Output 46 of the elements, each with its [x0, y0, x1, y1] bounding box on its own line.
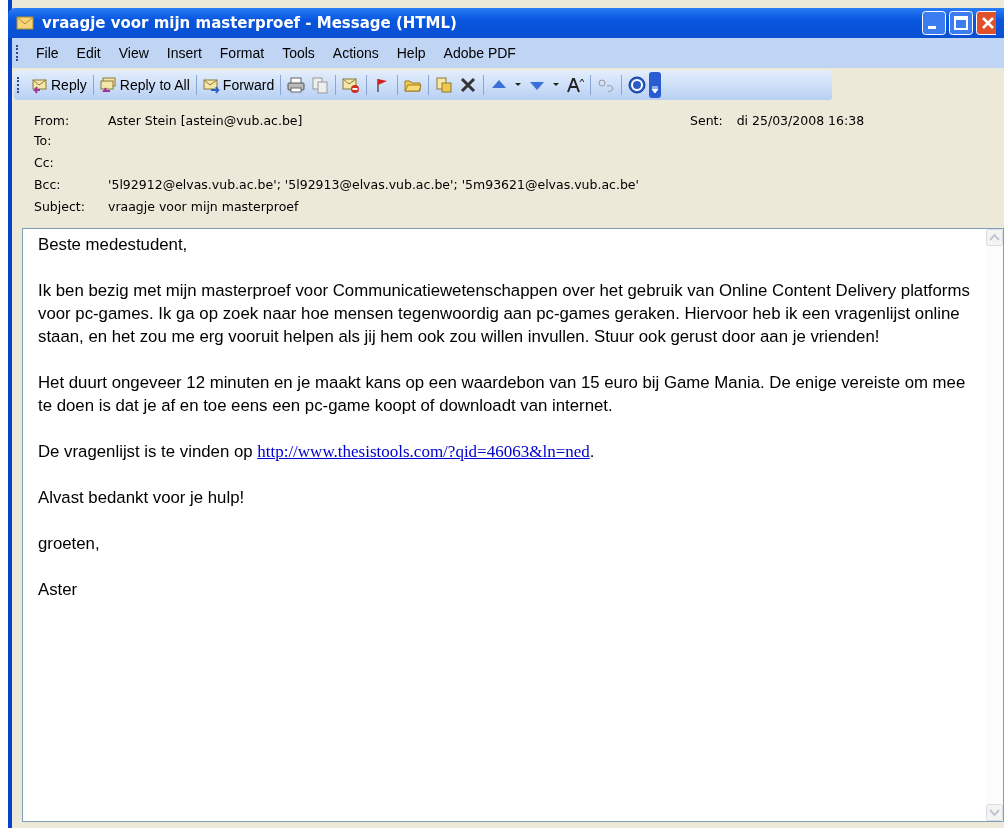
- paragraph: Ik ben bezig met mijn masterproef voor Communicatiewetenschappen over het gebruik van Online Content Delivery platforms voor pc-games. Ik ga op zoek naar hoe mensen tegenwoordig aan pc-games geraken. Hiervoor heb ik een vragenlijst online staan, en het zou me erg vooruit helpen als jij hem ook zou willen invullen. Stuur ook gerust door aan je vrienden!: [38, 280, 971, 348]
- field-label: To:: [34, 133, 53, 150]
- forward-icon: [202, 76, 221, 94]
- reply-icon: [31, 76, 49, 94]
- menu-item[interactable]: Adobe PDF: [434, 43, 525, 63]
- grip-handle[interactable]: [16, 45, 21, 61]
- field-label: Bcc:: [34, 177, 62, 194]
- close-button[interactable]: [976, 11, 996, 35]
- menu-item[interactable]: Edit: [67, 43, 110, 63]
- maximize-button[interactable]: [949, 11, 973, 35]
- menu-item[interactable]: Tools: [273, 43, 324, 63]
- paragraph: De vragenlijst is te vinden op http://www.thesistools.com/?qid=46063&ln=ned.: [38, 441, 596, 463]
- paragraph: Beste medestudent,: [38, 234, 189, 256]
- overflow-chevron-icon[interactable]: [649, 72, 662, 98]
- help-icon[interactable]: [628, 76, 647, 94]
- field-label: Subject:: [34, 199, 86, 216]
- printer-icon[interactable]: [287, 76, 306, 94]
- envelope-icon: [16, 16, 34, 30]
- field-label: Sent:: [690, 113, 723, 128]
- delete-mail-icon[interactable]: [342, 76, 361, 94]
- font-size-icon[interactable]: [566, 76, 585, 94]
- link[interactable]: http://www.thesistools.com/?qid=46063&ln=ned: [257, 442, 590, 461]
- toolbar-button[interactable]: Forward: [199, 74, 278, 96]
- minimize-button[interactable]: [922, 11, 946, 35]
- field-value: vraagje voor mijn masterproef: [108, 199, 300, 216]
- paragraph: groeten,: [38, 533, 101, 555]
- menu-item[interactable]: Insert: [157, 43, 211, 63]
- menu-item[interactable]: Actions: [323, 43, 388, 63]
- menu-item[interactable]: Help: [387, 43, 435, 63]
- menu-item[interactable]: Format: [210, 43, 274, 63]
- field-value: Aster Stein [astein@vub.ac.be]: [108, 113, 304, 128]
- field-value: di 25/03/2008 16:38: [736, 113, 865, 128]
- paragraph: Het duurt ongeveer 12 minuten en je maakt kans op een waardebon van 15 euro bij Game Mania. De enige vereiste om mee te doen is dat je af en toe eens een pc-game koopt of downloadt van internet.: [38, 372, 967, 417]
- field-label: Cc:: [34, 155, 55, 172]
- toolbar-button[interactable]: Reply to All: [96, 74, 193, 96]
- paragraph: Alvast bedankt voor je hulp!: [38, 487, 246, 509]
- field-label: From:: [34, 113, 71, 128]
- field-value: '5l92912@elvas.vub.ac.be'; '5l92913@elvas.vub.ac.be'; '5m93621@elvas.vub.ac.be': [108, 177, 640, 194]
- paragraph: Aster: [38, 579, 79, 601]
- toolbar-button[interactable]: Reply: [28, 74, 90, 96]
- reply-all-icon: [99, 76, 118, 94]
- delete-icon[interactable]: [459, 76, 478, 94]
- grip-handle[interactable]: [17, 77, 22, 93]
- menu-item[interactable]: File: [27, 43, 68, 63]
- menu-item[interactable]: View: [109, 43, 158, 63]
- window-title: vraagje voor mijn masterproef - Message (HTML): [42, 14, 458, 32]
